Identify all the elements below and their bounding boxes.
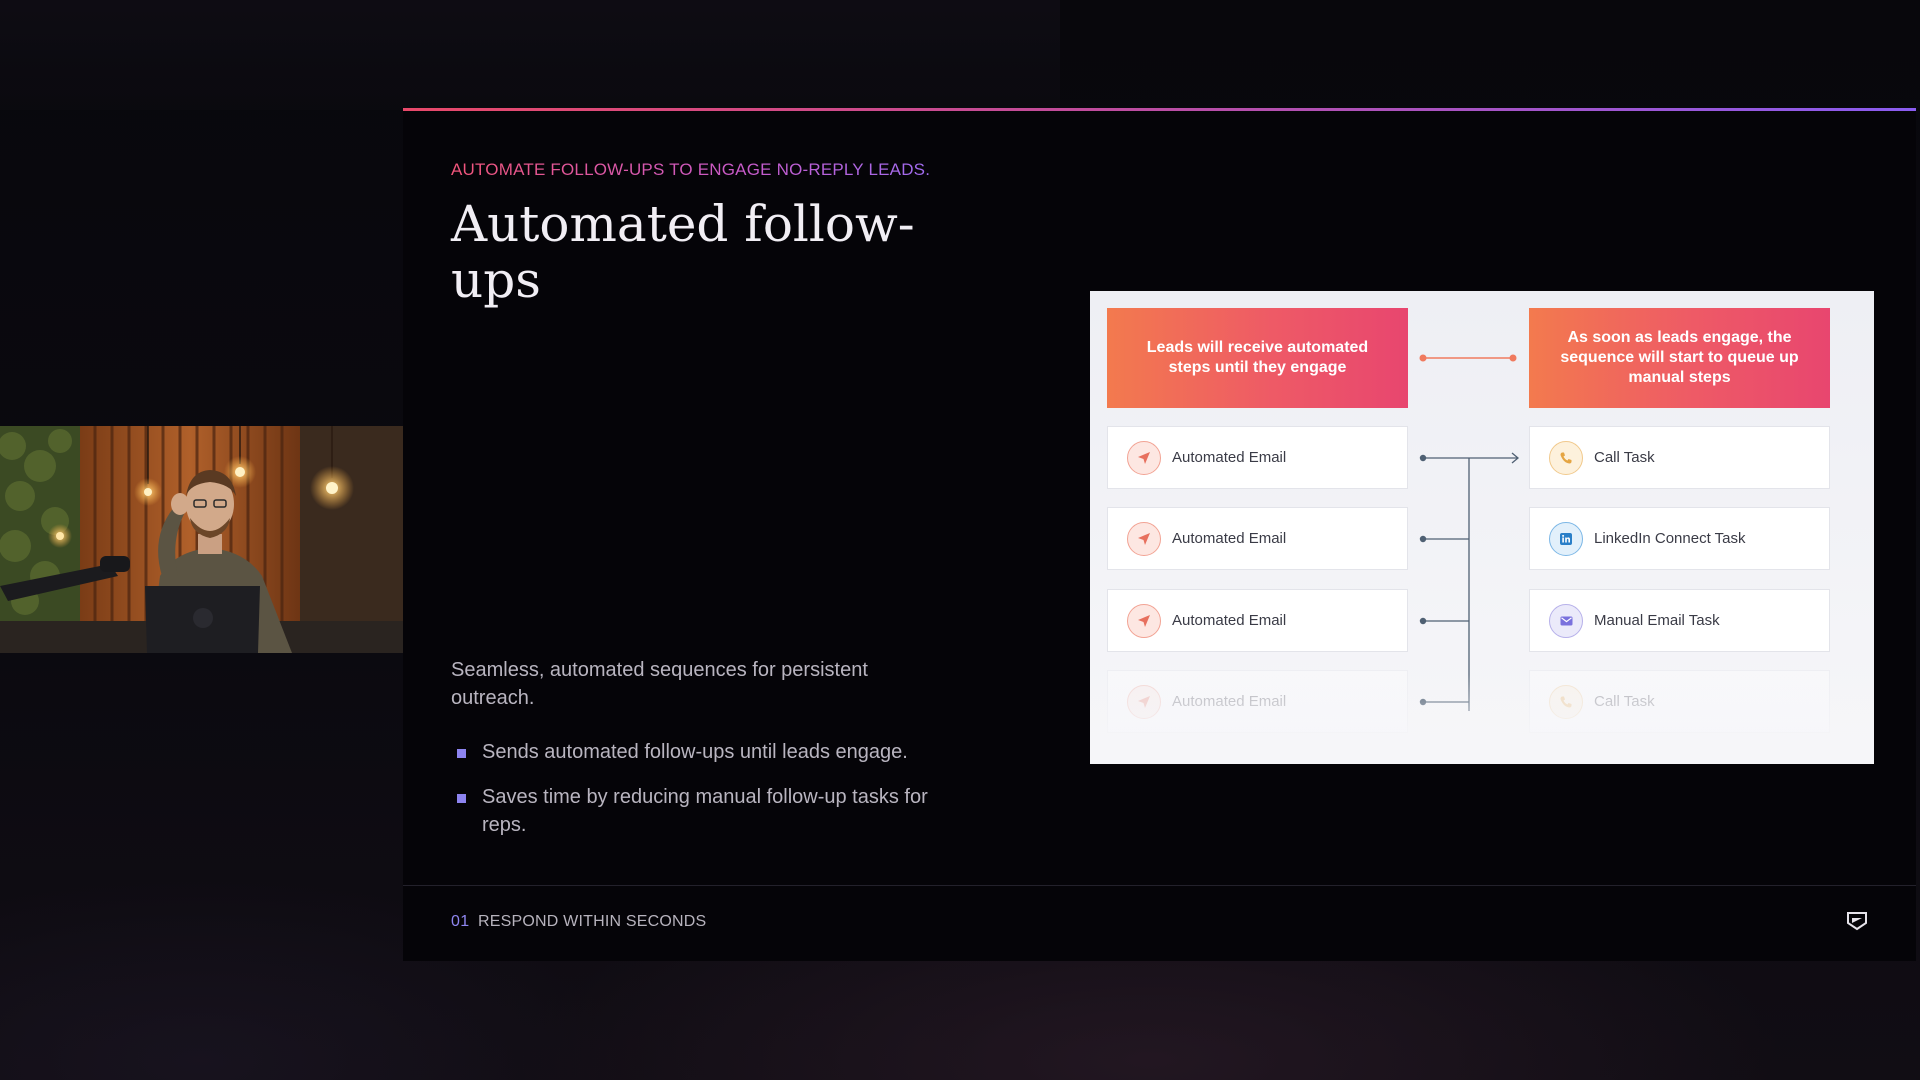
step-label: Automated Email <box>1172 449 1287 466</box>
sequence-diagram: Leads will receive automated steps until… <box>1090 291 1874 764</box>
step-connectors <box>1423 452 1520 711</box>
bullet-text: Sends automated follow-ups until leads e… <box>482 741 908 763</box>
presenter-webcam <box>0 426 403 653</box>
send-icon <box>1127 684 1161 719</box>
slide-eyebrow: AUTOMATE FOLLOW-UPS TO ENGAGE NO-REPLY L… <box>451 160 931 179</box>
linkedin-icon <box>1549 521 1583 556</box>
presentation-stage: AUTOMATE FOLLOW-UPS TO ENGAGE NO-REPLY L… <box>0 0 1920 1080</box>
left-step: Automated Email <box>1107 670 1408 733</box>
left-step: Automated Email <box>1107 589 1408 652</box>
left-step: Automated Email <box>1107 507 1408 570</box>
presenter-video <box>0 426 403 653</box>
step-label: Automated Email <box>1172 693 1287 710</box>
slide-title: Automated follow-ups <box>451 195 915 309</box>
send-icon <box>1127 603 1161 638</box>
phone-icon <box>1549 684 1583 719</box>
step-label: Automated Email <box>1172 530 1287 547</box>
bullet-item: Saves time by reducing manual follow-up … <box>451 783 971 839</box>
slide-accent-line <box>403 108 1916 111</box>
background-panel <box>0 0 1060 110</box>
slide-lead-text: Seamless, automated sequences for persis… <box>451 659 868 709</box>
right-step: Call Task <box>1529 670 1830 733</box>
right-step: Call Task <box>1529 426 1830 489</box>
right-step: LinkedIn Connect Task <box>1529 507 1830 570</box>
left-step: Automated Email <box>1107 426 1408 489</box>
step-label: LinkedIn Connect Task <box>1594 530 1746 547</box>
header-connector <box>1419 354 1517 362</box>
connector-dots <box>1419 454 1427 706</box>
mail-icon <box>1549 603 1583 638</box>
bullet-text: Saves time by reducing manual follow-up … <box>482 786 928 836</box>
send-icon <box>1127 521 1161 556</box>
slide: AUTOMATE FOLLOW-UPS TO ENGAGE NO-REPLY L… <box>403 108 1916 961</box>
step-label: Automated Email <box>1172 612 1287 629</box>
step-label: Call Task <box>1594 693 1655 710</box>
send-icon <box>1127 440 1161 475</box>
brand-logo-icon <box>1846 910 1868 932</box>
footer-section-label: RESPOND WITHIN SECONDS <box>478 913 707 930</box>
bullet-marker-icon <box>457 749 466 758</box>
phone-icon <box>1549 440 1583 475</box>
footer-divider <box>403 885 1916 886</box>
bullet-marker-icon <box>457 794 466 803</box>
right-step: Manual Email Task <box>1529 589 1830 652</box>
bullet-list: Sends automated follow-ups until leads e… <box>451 738 971 856</box>
bullet-item: Sends automated follow-ups until leads e… <box>451 738 971 766</box>
step-label: Manual Email Task <box>1594 612 1720 629</box>
footer-section-number: 01 <box>451 913 470 930</box>
step-label: Call Task <box>1594 449 1655 466</box>
